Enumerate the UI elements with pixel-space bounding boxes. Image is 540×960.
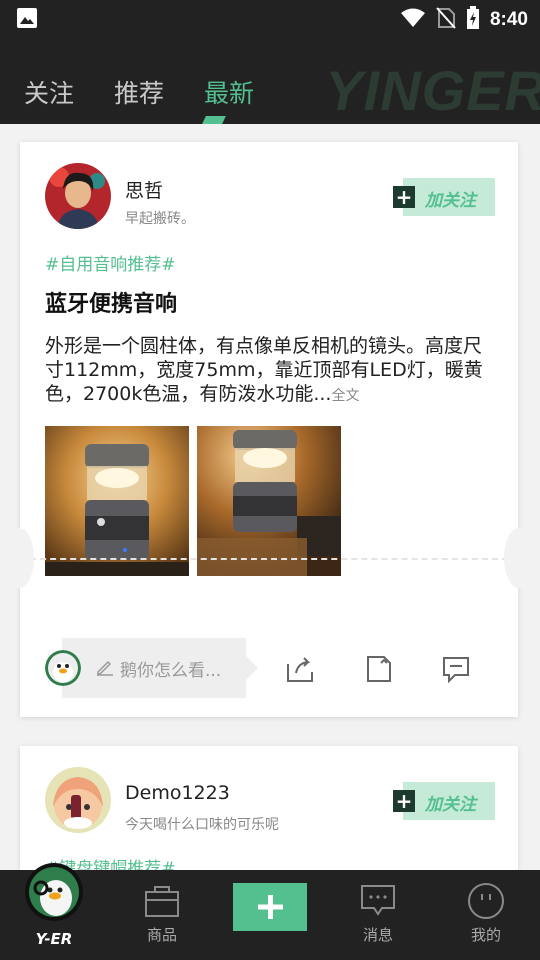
post-card[interactable]: Demo1223 今天喝什么口味的可乐呢 + 加关注 #键盘键帽推荐# [20, 746, 518, 870]
add-post-button[interactable] [233, 883, 307, 931]
bottom-navigation: Y-ER 商品 消息 我的 [0, 863, 540, 960]
author-name[interactable]: 思哲 [125, 176, 163, 203]
share-icon[interactable] [285, 654, 315, 684]
author-name[interactable]: Demo1223 [125, 782, 230, 804]
tab-latest[interactable]: 最新 [204, 74, 254, 110]
image-notification-icon [16, 7, 38, 29]
follow-button[interactable]: + 加关注 [393, 782, 495, 820]
nav-messages[interactable]: 消息 [338, 870, 418, 960]
active-tab-indicator [202, 116, 226, 124]
card-notch [4, 528, 34, 588]
post-card[interactable]: 思哲 早起搬砖。 + 加关注 #自用音响推荐# 蓝牙便携音响 外形是一个圆柱体，… [4, 142, 534, 717]
tab-following[interactable]: 关注 [24, 74, 74, 110]
avatar[interactable] [45, 767, 111, 833]
battery-charging-icon [466, 6, 480, 34]
brand-watermark: YINGER [325, 59, 540, 122]
collect-icon[interactable] [364, 654, 394, 684]
avatar[interactable] [45, 163, 111, 229]
status-bar: 8:40 [0, 0, 540, 36]
post-photo[interactable] [45, 426, 189, 576]
nav-profile[interactable]: 我的 [446, 870, 526, 960]
follow-button[interactable]: + 加关注 [393, 178, 495, 216]
post-title[interactable]: 蓝牙便携音响 [45, 286, 177, 318]
post-body[interactable]: 外形是一个圆柱体，有点像单反相机的镜头。高度尺寸112mm，宽度75mm，靠近顶… [45, 334, 495, 408]
profile-icon [468, 883, 504, 919]
comment-icon[interactable] [441, 654, 471, 684]
author-bio: 今天喝什么口味的可乐呢 [125, 817, 279, 833]
read-more-link[interactable]: 全文 [331, 388, 359, 404]
plus-icon [258, 895, 283, 919]
bottom-nav-logo[interactable]: Y-ER [14, 863, 94, 960]
card-notch [504, 528, 534, 588]
top-navigation: YINGER 关注 推荐 最新 [0, 36, 540, 124]
clock: 8:40 [489, 9, 528, 30]
nav-goods[interactable]: 商品 [122, 870, 202, 960]
tab-recommended[interactable]: 推荐 [114, 74, 164, 110]
card-divider [20, 558, 518, 560]
post-photo[interactable] [197, 426, 341, 576]
logo-text: Y-ER [35, 930, 73, 948]
pencil-icon [96, 658, 114, 680]
plus-icon: + [393, 790, 415, 812]
current-user-avatar[interactable] [45, 650, 81, 686]
goose-logo-icon [25, 863, 83, 921]
no-sim-icon [436, 7, 456, 33]
bag-icon [145, 886, 179, 917]
wifi-icon [400, 8, 426, 32]
message-icon [361, 885, 395, 916]
comment-input[interactable]: 鹅你怎么看... [62, 638, 258, 698]
topic-tag[interactable]: #自用音响推荐# [45, 250, 176, 275]
plus-icon: + [393, 186, 415, 208]
post-feed[interactable]: 思哲 早起搬砖。 + 加关注 #自用音响推荐# 蓝牙便携音响 外形是一个圆柱体，… [0, 124, 540, 870]
author-bio: 早起搬砖。 [125, 211, 195, 227]
